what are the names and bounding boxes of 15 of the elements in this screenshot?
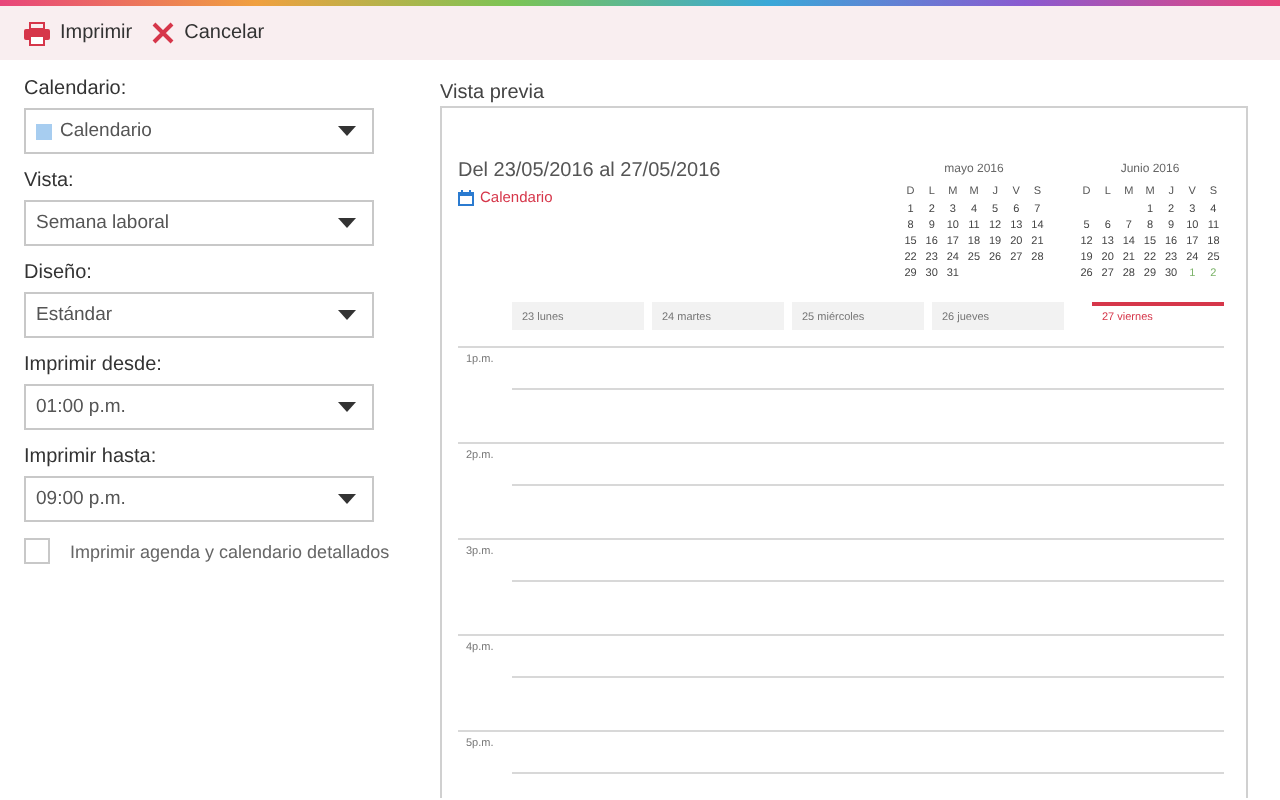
field-label: Imprimir desde: <box>24 354 164 378</box>
field-label: Imprimir hasta: <box>24 446 159 470</box>
dropdown[interactable]: Semana laboral <box>24 200 374 246</box>
field-label: Diseño: <box>24 262 94 286</box>
dropdown[interactable]: Estándar <box>24 292 374 338</box>
section-title: Vista previa <box>440 80 547 106</box>
dropdown[interactable]: 01:00 p.m. <box>24 384 374 430</box>
print-button[interactable]: Imprimir <box>24 17 133 49</box>
date-range: Del 23/05/2016 al 27/05/2016 <box>458 160 721 182</box>
cancel-button[interactable]: Cancelar <box>152 18 265 48</box>
checkbox-label: Imprimir agenda y calendario detallados <box>70 541 390 561</box>
field-label: Vista: <box>24 170 76 194</box>
dropdown[interactable]: 09:00 p.m. <box>24 476 374 522</box>
dropdown[interactable]: Calendario <box>24 108 374 154</box>
field-label: Calendario: <box>24 78 129 102</box>
